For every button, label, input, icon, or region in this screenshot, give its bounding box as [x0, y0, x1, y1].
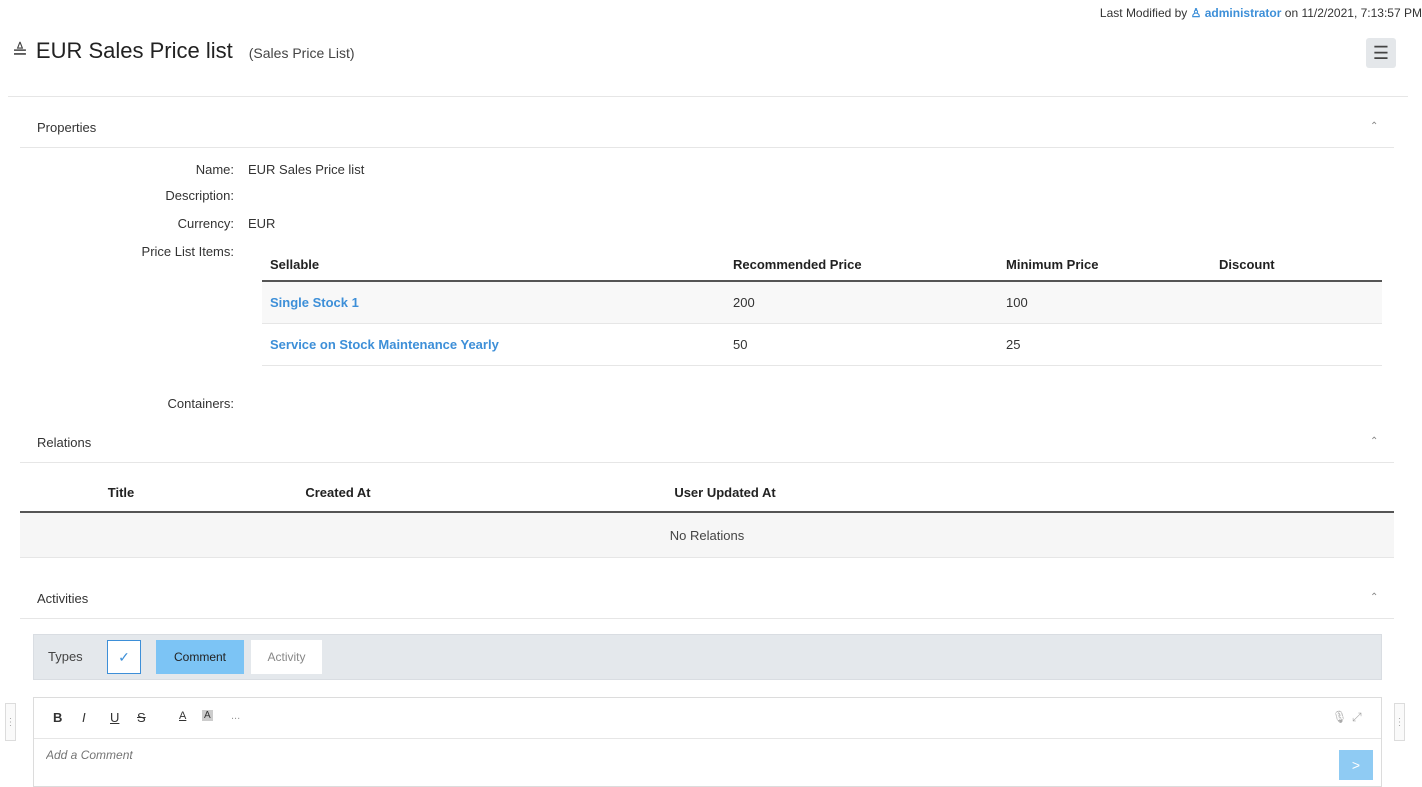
relations-divider — [20, 462, 1394, 463]
discount-cell — [1211, 323, 1382, 366]
type-activity-toggle[interactable]: Activity — [251, 640, 322, 674]
drag-handle-icon: ⋮ — [1394, 716, 1405, 728]
expand-editor-icon[interactable]: ⤢ — [1352, 710, 1362, 725]
activities-section-title: Activities — [37, 591, 89, 606]
column-header-minimum-price[interactable]: Minimum Price — [998, 248, 1211, 282]
send-comment-button[interactable]: > — [1339, 750, 1373, 780]
select-all-types-checkbox[interactable]: ✓ — [107, 640, 141, 674]
menu-icon: ☰ — [1372, 42, 1390, 63]
column-header-title[interactable]: Title — [20, 473, 222, 513]
drag-handle-icon: ⋮ — [5, 716, 16, 728]
price-list-items-table: Sellable Recommended Price Minimum Price… — [262, 248, 1382, 366]
properties-divider — [20, 147, 1394, 148]
column-header-spacer — [996, 473, 1394, 513]
price-list-icon: ≜ — [12, 42, 28, 63]
microphone-icon[interactable]: 🎙 — [1332, 710, 1347, 724]
font-color-button[interactable]: A — [179, 710, 186, 722]
italic-button[interactable]: I — [82, 710, 86, 725]
table-header-row: Sellable Recommended Price Minimum Price… — [262, 248, 1382, 282]
containers-label: Containers: — [167, 396, 234, 411]
properties-collapse-icon[interactable]: ⌃ — [1370, 121, 1378, 132]
strikethrough-button[interactable]: S — [137, 710, 146, 725]
user-icon: ♙ — [1190, 6, 1202, 20]
relations-table: Title Created At User Updated At No Rela… — [20, 473, 1394, 558]
check-icon: ✓ — [118, 648, 130, 665]
relations-section-title: Relations — [37, 435, 92, 450]
editor-toolbar: B I U S A A ... 🎙 ⤢ — [34, 698, 1381, 739]
more-formatting-button[interactable]: ... — [231, 710, 240, 722]
highlight-color-button[interactable]: A — [202, 710, 213, 721]
last-modified-date: on 11/2/2021, 7:13:57 PM — [1281, 6, 1422, 20]
hamburger-menu-button[interactable]: ☰ — [1366, 38, 1396, 68]
header-divider — [8, 96, 1408, 97]
sellable-link[interactable]: Single Stock 1 — [270, 295, 359, 310]
description-label: Description: — [165, 188, 234, 203]
type-comment-toggle[interactable]: Comment — [156, 640, 244, 674]
minimum-price-cell: 25 — [998, 323, 1211, 366]
recommended-price-cell: 200 — [725, 281, 998, 324]
recommended-price-cell: 50 — [725, 323, 998, 366]
column-header-created-at[interactable]: Created At — [222, 473, 454, 513]
column-header-sellable[interactable]: Sellable — [262, 248, 725, 282]
bold-button[interactable]: B — [53, 710, 62, 725]
types-label: Types — [48, 649, 83, 664]
column-header-user-updated-at[interactable]: User Updated At — [454, 473, 996, 513]
table-header-row: Title Created At User Updated At — [20, 473, 1394, 513]
page-title: EUR Sales Price list — [35, 38, 233, 63]
name-value: EUR Sales Price list — [248, 162, 365, 177]
activity-types-filter: Types ✓ Comment Activity — [33, 634, 1382, 680]
comment-input[interactable] — [46, 748, 1326, 762]
comment-editor: B I U S A A ... 🎙 ⤢ > — [33, 697, 1382, 787]
name-label: Name: — [195, 162, 234, 177]
last-modified-prefix: Last Modified by — [1099, 6, 1191, 20]
minimum-price-cell: 100 — [998, 281, 1211, 324]
page-header: ≜ EUR Sales Price list (Sales Price List… — [12, 38, 355, 64]
table-row: Service on Stock Maintenance Yearly 50 2… — [262, 323, 1382, 366]
empty-relations-message: No Relations — [20, 512, 1394, 558]
activities-divider — [20, 618, 1394, 619]
underline-button[interactable]: U — [110, 710, 119, 725]
table-row: No Relations — [20, 512, 1394, 558]
activities-collapse-icon[interactable]: ⌃ — [1370, 592, 1378, 603]
properties-section-title: Properties — [37, 120, 97, 135]
discount-cell — [1211, 281, 1382, 324]
price-list-items-label: Price List Items: — [141, 244, 234, 259]
left-resize-handle[interactable]: ⋮ — [5, 703, 16, 741]
column-header-discount[interactable]: Discount — [1211, 248, 1382, 282]
relations-collapse-icon[interactable]: ⌃ — [1370, 436, 1378, 447]
last-modified-info: Last Modified by ♙ administrator on 11/2… — [1100, 6, 1422, 20]
currency-value: EUR — [248, 216, 276, 231]
column-header-recommended-price[interactable]: Recommended Price — [725, 248, 998, 282]
right-resize-handle[interactable]: ⋮ — [1394, 703, 1405, 741]
send-icon: > — [1351, 757, 1361, 773]
page-subtitle: (Sales Price List) — [248, 45, 355, 61]
currency-label: Currency: — [177, 216, 234, 231]
sellable-link[interactable]: Service on Stock Maintenance Yearly — [270, 337, 499, 352]
last-modified-user-link[interactable]: administrator — [1205, 6, 1282, 20]
table-row: Single Stock 1 200 100 — [262, 281, 1382, 324]
